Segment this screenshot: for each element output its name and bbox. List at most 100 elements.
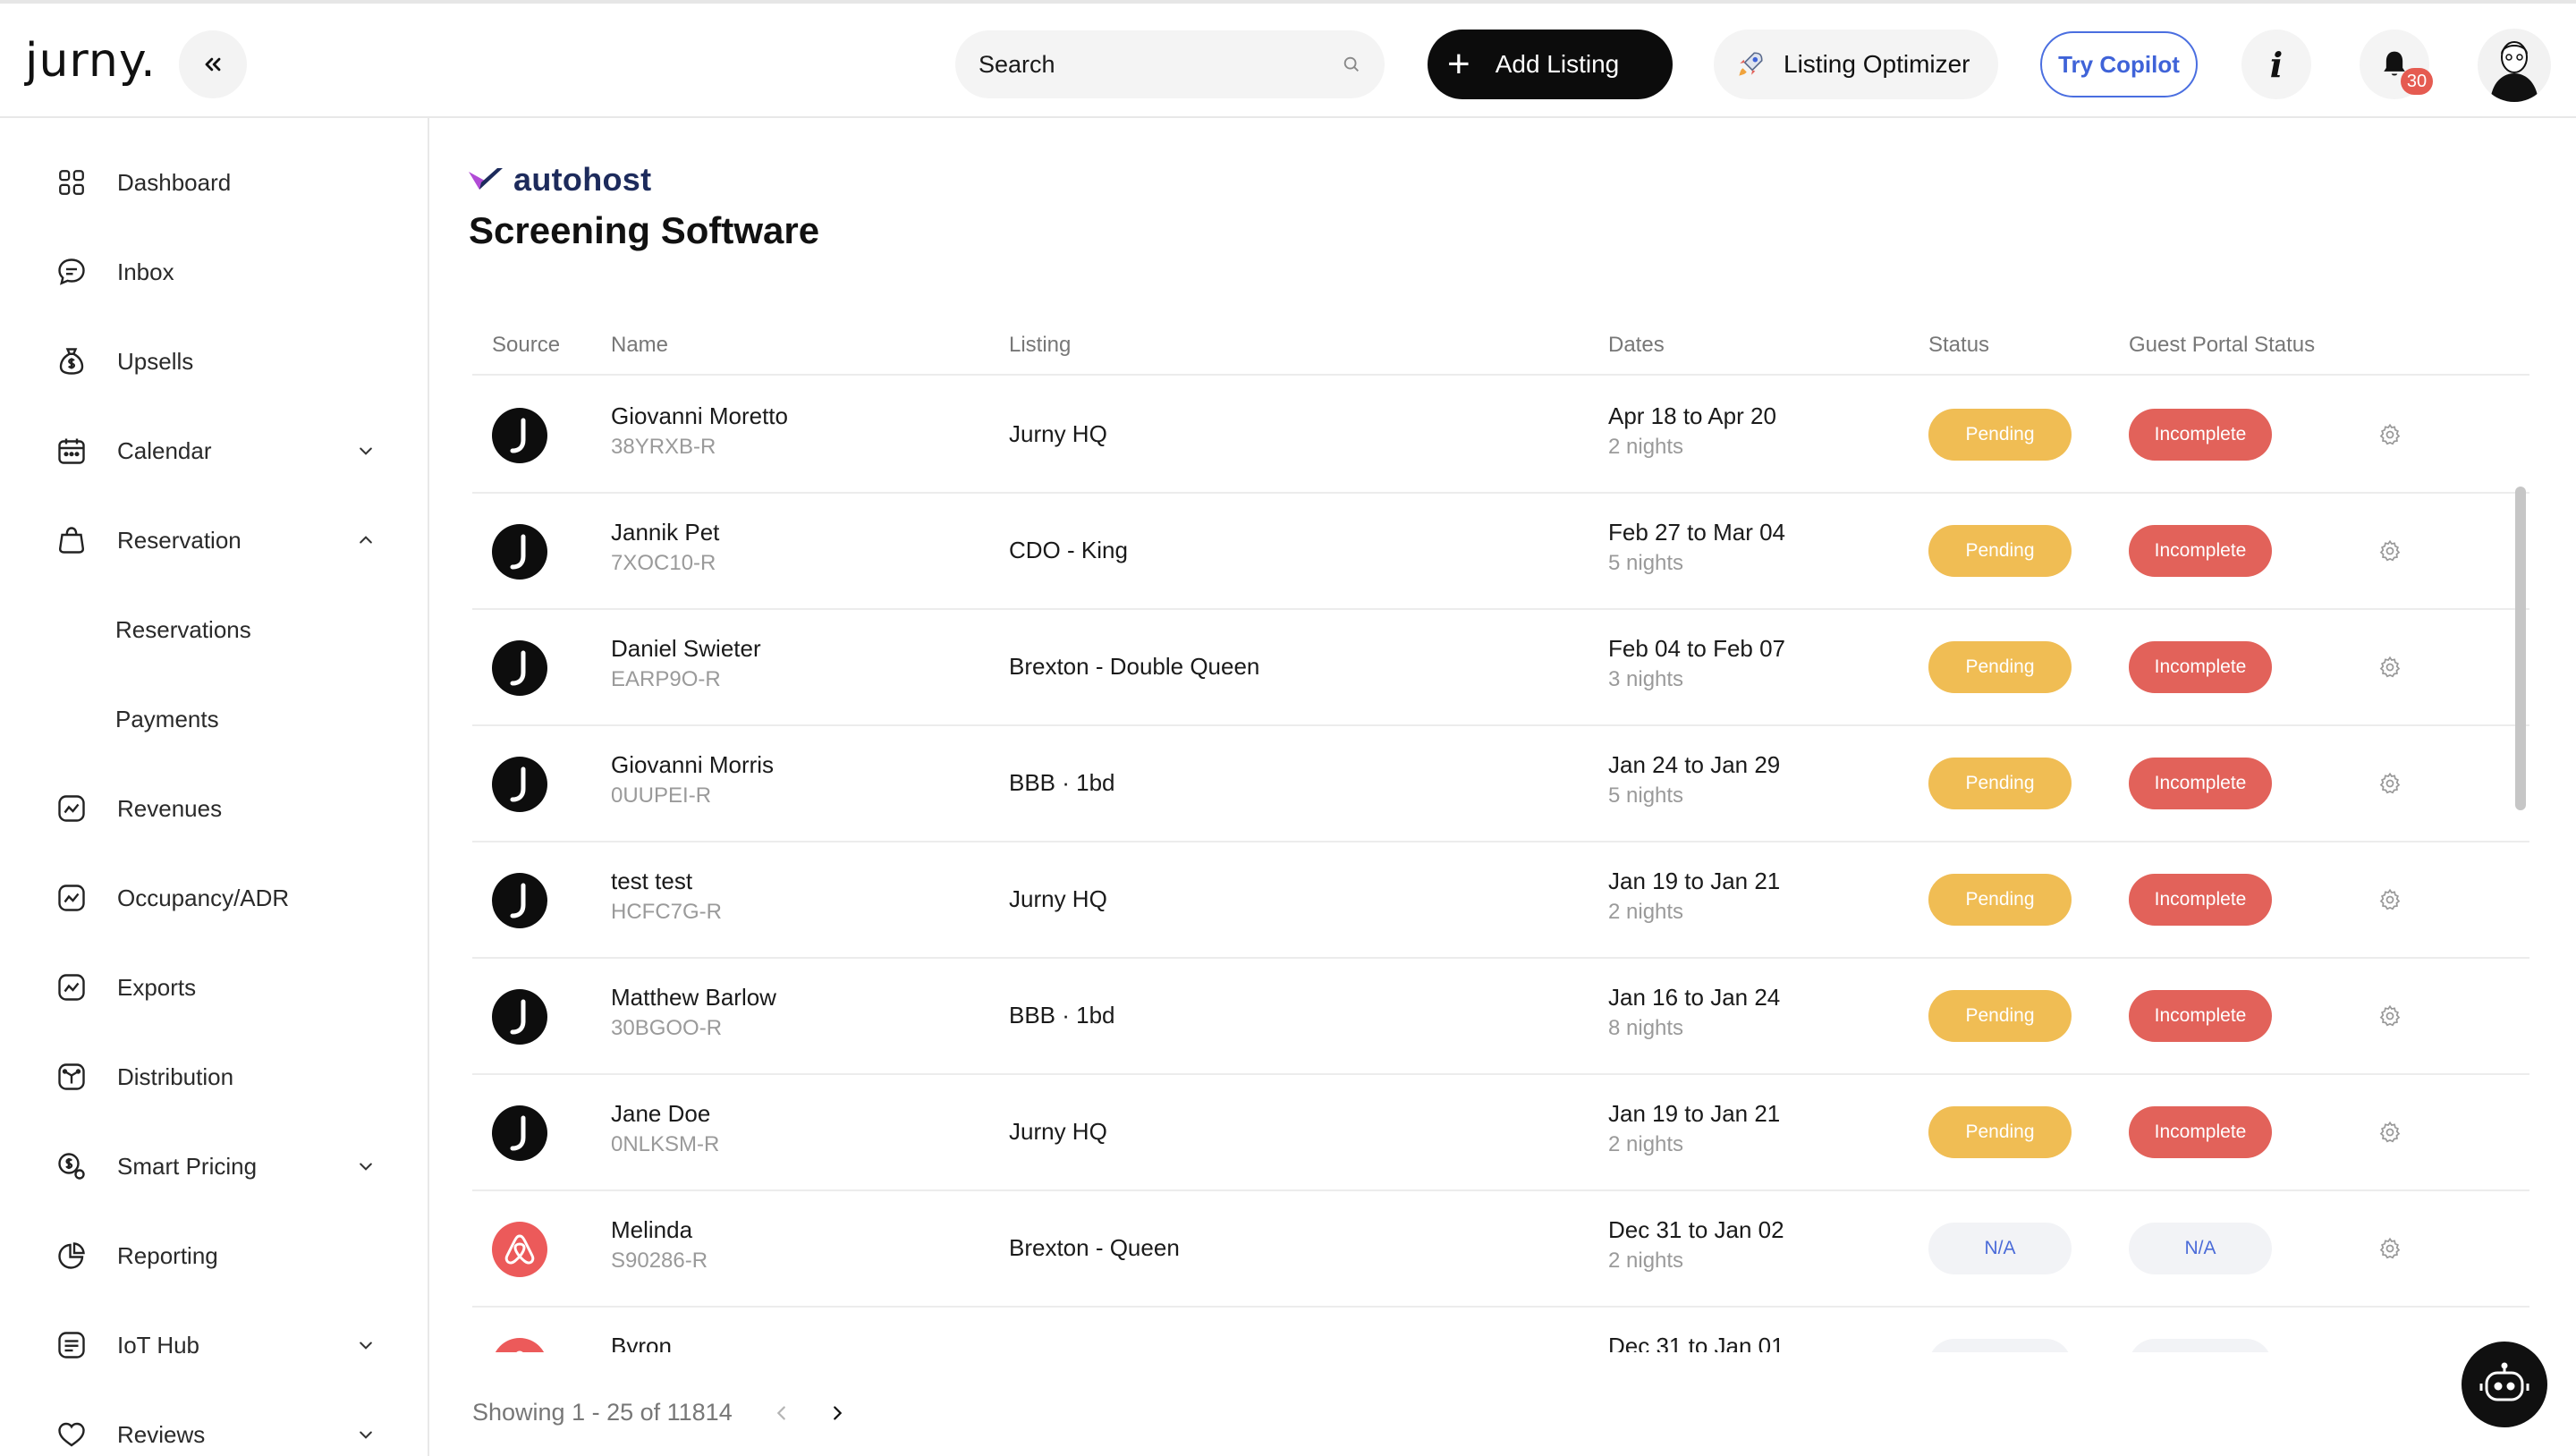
listing-name: Brexton - Double Queen [1009, 653, 1260, 680]
chevron-down-icon[interactable] [354, 1155, 377, 1178]
gear-icon[interactable] [2377, 1236, 2402, 1261]
search-input[interactable] [979, 50, 1342, 79]
try-copilot-button[interactable]: Try Copilot [2040, 31, 2198, 97]
table-row[interactable]: Melinda S90286-R Brexton - Queen Dec 31 to … [472, 1191, 2529, 1308]
add-listing-button[interactable]: + Add Listing [1428, 30, 1673, 99]
sidebar: Dashboard Inbox Upsells Calendar Reserva… [0, 118, 429, 1456]
table-row[interactable]: Jannik Pet 7XOC10-R CDO - King Feb 27 to Ma… [472, 494, 2529, 610]
jurny-logo[interactable]: jurny. [25, 34, 157, 88]
guest-name[interactable]: Daniel Swieter [611, 635, 761, 663]
chevron-right-icon[interactable] [824, 1400, 851, 1426]
sidebar-item-exports[interactable]: Exports [0, 956, 428, 1019]
distribution-icon [54, 1059, 89, 1095]
chatbot-button[interactable] [2462, 1342, 2547, 1427]
sidebar-item-smart-pricing[interactable]: Smart Pricing [0, 1135, 428, 1198]
pie-icon [54, 1238, 89, 1274]
guest-name[interactable]: Byron [611, 1333, 672, 1352]
status-badge: Pending [1928, 1106, 2072, 1158]
stay-dates: Jan 19 to Jan 21 [1608, 1100, 1781, 1127]
column-header-source[interactable]: Source [492, 333, 560, 358]
guest-name[interactable]: Melinda [611, 1216, 692, 1244]
sidebar-item-dashboard[interactable]: Dashboard [0, 151, 428, 214]
heart-icon [54, 1417, 89, 1452]
sidebar-item-label: IoT Hub [117, 1331, 200, 1359]
column-header-listing[interactable]: Listing [1009, 333, 1071, 358]
table-row[interactable]: Giovanni Morris 0UUPEI-R BBB · 1bd Jan 24 t… [472, 726, 2529, 842]
reservation-code: 38YRXB-R [611, 435, 716, 459]
sidebar-item-reservation[interactable]: Reservation [0, 509, 428, 571]
gear-icon[interactable] [2377, 422, 2402, 447]
sidebar-item-payments[interactable]: Payments [0, 688, 428, 750]
table-row[interactable]: Byron Dec 31 to Jan 01 N/A N/A [472, 1308, 2529, 1352]
chevron-down-icon[interactable] [354, 439, 377, 462]
sidebar-item-calendar[interactable]: Calendar [0, 419, 428, 482]
guest-name[interactable]: Giovanni Moretto [611, 402, 788, 430]
gear-icon[interactable] [2377, 1003, 2402, 1029]
reservation-code: HCFC7G-R [611, 900, 722, 924]
search-box[interactable] [955, 30, 1385, 98]
guest-portal-status-badge: Incomplete [2129, 874, 2272, 926]
calendar-icon [54, 433, 89, 469]
chevron-down-icon[interactable] [354, 1333, 377, 1357]
table-row[interactable]: test test HCFC7G-R Jurny HQ Jan 19 to Jan 2… [472, 842, 2529, 959]
table-header: Source Name Listing Dates Status Guest P… [472, 317, 2529, 376]
collapse-sidebar-button[interactable] [179, 30, 247, 98]
column-header-status[interactable]: Status [1928, 333, 1989, 358]
autohost-brand: autohost [467, 161, 651, 199]
status-badge: Pending [1928, 990, 2072, 1042]
sidebar-item-reviews[interactable]: Reviews [0, 1403, 428, 1456]
table-scrollbar[interactable] [2515, 487, 2526, 810]
guest-name[interactable]: Jane Doe [611, 1100, 710, 1128]
reservation-code: 0NLKSM-R [611, 1132, 720, 1156]
reservations-table-body: Giovanni Moretto 38YRXB-R Jurny HQ Apr 18 t… [472, 377, 2529, 1352]
stay-dates: Jan 24 to Jan 29 [1608, 751, 1781, 778]
plus-icon: + [1447, 42, 1470, 86]
guest-name[interactable]: Matthew Barlow [611, 984, 776, 1012]
chevron-left-icon[interactable] [768, 1400, 795, 1426]
stay-dates: Dec 31 to Jan 02 [1608, 1216, 1784, 1243]
info-button[interactable]: i [2241, 30, 2311, 99]
sidebar-item-occupancy-adr[interactable]: Occupancy/ADR [0, 867, 428, 929]
user-avatar[interactable] [2478, 29, 2551, 102]
sidebar-item-distribution[interactable]: Distribution [0, 1045, 428, 1108]
guest-portal-status-badge: Incomplete [2129, 409, 2272, 461]
gear-icon[interactable] [2377, 1120, 2402, 1145]
listing-name: Brexton - Queen [1009, 1234, 1180, 1261]
sidebar-item-reservations[interactable]: Reservations [0, 598, 428, 661]
gear-icon[interactable] [2377, 771, 2402, 796]
stay-nights: 2 nights [1608, 1132, 1684, 1156]
sidebar-item-label: Reviews [117, 1420, 206, 1448]
sidebar-item-label: Reporting [117, 1241, 218, 1269]
sidebar-item-revenues[interactable]: Revenues [0, 777, 428, 840]
stay-dates: Dec 31 to Jan 01 [1608, 1333, 1784, 1352]
guest-name[interactable]: test test [611, 868, 692, 895]
chevron-up-icon[interactable] [354, 529, 377, 552]
gear-icon[interactable] [2377, 887, 2402, 912]
top-bar: jurny. + Add Listing Listing Optimizer T… [0, 0, 2576, 118]
stay-nights: 2 nights [1608, 900, 1684, 924]
listing-optimizer-button[interactable]: Listing Optimizer [1714, 30, 1998, 99]
column-header-guest-portal-status[interactable]: Guest Portal Status [2129, 333, 2315, 358]
search-icon[interactable] [1342, 55, 1361, 74]
sidebar-item-upsells[interactable]: Upsells [0, 330, 428, 393]
guest-name[interactable]: Jannik Pet [611, 519, 719, 546]
gear-icon[interactable] [2377, 655, 2402, 680]
rocket-icon [1739, 52, 1763, 76]
sidebar-item-reporting[interactable]: Reporting [0, 1224, 428, 1287]
stay-nights: 2 nights [1608, 1249, 1684, 1273]
table-row[interactable]: Giovanni Moretto 38YRXB-R Jurny HQ Apr 18 t… [472, 377, 2529, 494]
column-header-dates[interactable]: Dates [1608, 333, 1665, 358]
guest-portal-status-badge: Incomplete [2129, 525, 2272, 577]
sidebar-item-label: Payments [115, 705, 219, 732]
table-row[interactable]: Jane Doe 0NLKSM-R Jurny HQ Jan 19 to Jan 21… [472, 1075, 2529, 1191]
sidebar-item-iot-hub[interactable]: IoT Hub [0, 1314, 428, 1376]
gear-icon[interactable] [2377, 538, 2402, 563]
table-row[interactable]: Daniel Swieter EARP9O-R Brexton - Double Q… [472, 610, 2529, 726]
chevron-down-icon[interactable] [354, 1423, 377, 1446]
guest-portal-status-badge: Incomplete [2129, 758, 2272, 809]
status-badge: Pending [1928, 409, 2072, 461]
sidebar-item-inbox[interactable]: Inbox [0, 241, 428, 303]
table-row[interactable]: Matthew Barlow 30BGOO-R BBB · 1bd Jan 16 to… [472, 959, 2529, 1075]
guest-name[interactable]: Giovanni Morris [611, 751, 774, 779]
column-header-name[interactable]: Name [611, 333, 668, 358]
